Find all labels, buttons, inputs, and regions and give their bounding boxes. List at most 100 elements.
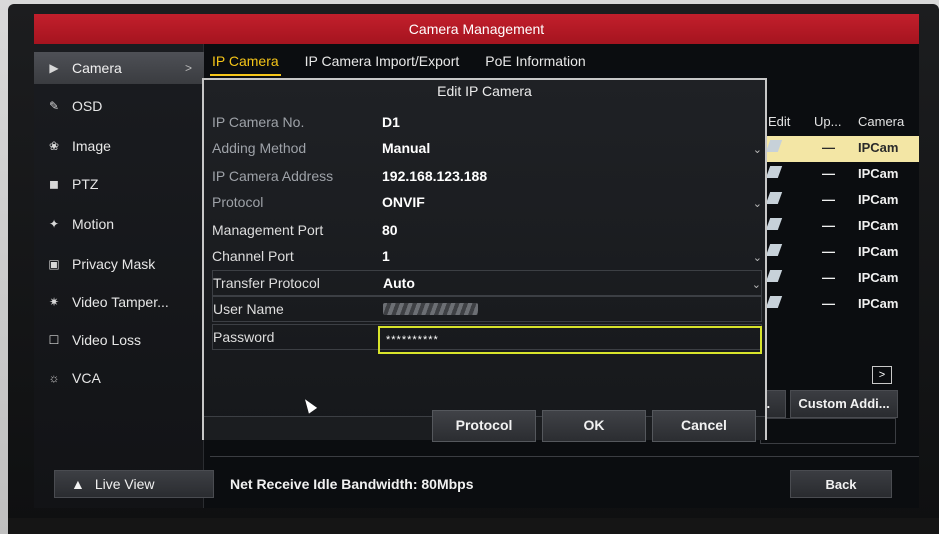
- camera-cell: IPCam: [858, 244, 899, 259]
- edit-icon[interactable]: [765, 192, 783, 204]
- sidebar-item-osd[interactable]: ✎ OSD: [34, 90, 204, 122]
- transfer-protocol-select[interactable]: Auto: [383, 275, 415, 291]
- password-field[interactable]: **********: [378, 326, 762, 354]
- sidebar-item-camera[interactable]: ▶ Camera >: [34, 52, 204, 84]
- dvr-screen: Camera Management ▶ Camera > ✎ OSD ❀ Ima…: [34, 14, 919, 508]
- upgrade-cell: —: [822, 140, 835, 155]
- column-header-camera[interactable]: Camera: [858, 110, 904, 134]
- ptz-icon: ◼: [49, 177, 59, 191]
- sidebar-item-label: Camera: [72, 60, 122, 76]
- sidebar-item-label: VCA: [72, 370, 101, 386]
- mouse-cursor-icon: [300, 396, 318, 414]
- user-name-label: User Name: [213, 301, 284, 317]
- upgrade-cell: —: [822, 296, 835, 311]
- camera-cell: IPCam: [858, 218, 899, 233]
- dialog-title: Edit IP Camera: [437, 83, 532, 99]
- sidebar-item-label: Image: [72, 138, 111, 154]
- video-loss-icon: ☐: [48, 333, 60, 347]
- password-label: Password: [213, 329, 275, 345]
- management-port-field[interactable]: 80: [382, 222, 398, 238]
- table-row[interactable]: — IPCam: [758, 188, 919, 214]
- adding-method-label: Adding Method: [212, 140, 307, 156]
- management-port-row[interactable]: Management Port 80: [212, 218, 762, 244]
- table-row[interactable]: — IPCam: [758, 292, 919, 318]
- back-button[interactable]: Back: [790, 470, 892, 498]
- management-port-label: Management Port: [212, 222, 324, 238]
- edit-icon[interactable]: [765, 166, 783, 178]
- camera-cell: IPCam: [858, 270, 899, 285]
- adding-method-select[interactable]: Manual: [382, 140, 430, 156]
- protocol-row[interactable]: Protocol ONVIF ⌄: [212, 190, 762, 216]
- edit-icon[interactable]: [765, 270, 783, 282]
- protocol-select[interactable]: ONVIF: [382, 194, 425, 210]
- channel-port-row[interactable]: Channel Port 1 ⌄: [212, 244, 762, 270]
- adding-method-row[interactable]: Adding Method Manual ⌄: [212, 136, 762, 162]
- transfer-protocol-row[interactable]: Transfer Protocol Auto ⌄: [212, 270, 762, 296]
- chevron-down-icon[interactable]: ⌄: [753, 197, 762, 210]
- scroll-right-button[interactable]: >: [872, 366, 892, 384]
- edit-icon[interactable]: [765, 218, 783, 230]
- upgrade-cell: —: [822, 166, 835, 181]
- chevron-down-icon[interactable]: ⌄: [752, 278, 761, 291]
- vca-icon: ☼: [48, 371, 60, 385]
- protocol-label: Protocol: [212, 194, 264, 210]
- upgrade-cell: —: [822, 270, 835, 285]
- upgrade-cell: —: [822, 192, 835, 207]
- custom-adding-button[interactable]: Custom Addi...: [790, 390, 898, 418]
- edit-icon[interactable]: [765, 244, 783, 256]
- ok-button[interactable]: OK: [542, 410, 646, 442]
- live-view-button[interactable]: ▲ Live View: [54, 470, 214, 498]
- motion-icon: ✦: [48, 217, 60, 231]
- table-row[interactable]: — IPCam: [758, 214, 919, 240]
- osd-icon: ✎: [48, 99, 60, 113]
- sidebar-item-motion[interactable]: ✦ Motion: [34, 208, 204, 240]
- channel-port-select[interactable]: 1: [382, 248, 390, 264]
- camera-no-row: IP Camera No. D1: [212, 110, 762, 136]
- channel-port-label: Channel Port: [212, 248, 294, 264]
- camera-cell: IPCam: [858, 296, 899, 311]
- sidebar-item-vca[interactable]: ☼ VCA: [34, 362, 204, 394]
- camera-cell: IPCam: [858, 140, 899, 155]
- table-row[interactable]: — IPCam: [758, 162, 919, 188]
- chevron-down-icon[interactable]: ⌄: [753, 251, 762, 264]
- home-icon: ▲: [71, 476, 85, 492]
- edit-icon[interactable]: [765, 296, 783, 308]
- edit-icon[interactable]: [765, 140, 783, 152]
- tab-bar: IP Camera IP Camera Import/Export PoE In…: [210, 50, 588, 76]
- sidebar-item-video-tamper[interactable]: ✷ Video Tamper...: [34, 286, 204, 318]
- sidebar-item-label: PTZ: [72, 176, 99, 192]
- sidebar-item-label: Privacy Mask: [72, 256, 156, 272]
- ip-address-field[interactable]: 192.168.123.188: [382, 168, 487, 184]
- cancel-button[interactable]: Cancel: [652, 410, 756, 442]
- column-header-edit[interactable]: Edit: [768, 110, 790, 134]
- sidebar-item-video-loss[interactable]: ☐ Video Loss: [34, 324, 204, 356]
- column-header-upgrade[interactable]: Up...: [814, 110, 841, 134]
- camera-table: Edit Up... Camera — IPCam — IPCam — IPCa…: [758, 110, 919, 355]
- ip-address-label: IP Camera Address: [212, 168, 334, 184]
- edit-ip-camera-dialog: Edit IP Camera IP Camera No. D1 Adding M…: [202, 78, 767, 442]
- table-row[interactable]: — IPCam: [758, 266, 919, 292]
- privacy-mask-icon: ▣: [48, 257, 60, 271]
- camera-cell: IPCam: [858, 166, 899, 181]
- user-name-row[interactable]: User Name: [212, 296, 762, 322]
- transfer-protocol-label: Transfer Protocol: [213, 275, 320, 291]
- user-name-field[interactable]: [383, 303, 478, 315]
- chevron-right-icon: >: [184, 61, 192, 75]
- monitor-bezel-bottom: [8, 518, 939, 534]
- chevron-down-icon[interactable]: ⌄: [753, 143, 762, 156]
- table-row[interactable]: — IPCam: [758, 136, 919, 162]
- sidebar-item-label: Video Loss: [72, 332, 142, 348]
- tab-ip-camera[interactable]: IP Camera: [210, 50, 281, 76]
- divider: [210, 456, 919, 457]
- ip-address-row[interactable]: IP Camera Address 192.168.123.188: [212, 164, 762, 190]
- protocol-button[interactable]: Protocol: [432, 410, 536, 442]
- video-tamper-icon: ✷: [48, 295, 60, 309]
- image-icon: ❀: [48, 139, 60, 153]
- sidebar-item-privacy-mask[interactable]: ▣ Privacy Mask: [34, 248, 204, 280]
- table-row[interactable]: — IPCam: [758, 240, 919, 266]
- sidebar-item-image[interactable]: ❀ Image: [34, 130, 204, 162]
- tab-ip-camera-import-export[interactable]: IP Camera Import/Export: [303, 50, 462, 76]
- sidebar: ▶ Camera > ✎ OSD ❀ Image ◼ PTZ ✦ Motion …: [34, 44, 204, 508]
- tab-poe-information[interactable]: PoE Information: [483, 50, 587, 76]
- sidebar-item-ptz[interactable]: ◼ PTZ: [34, 168, 204, 200]
